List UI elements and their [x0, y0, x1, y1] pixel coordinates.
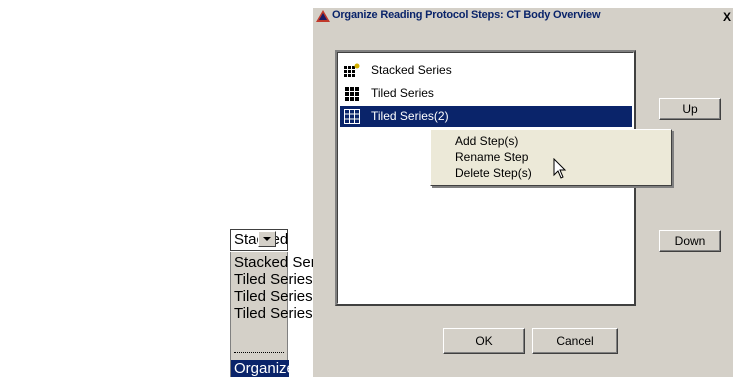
dialog-title: Organize Reading Protocol Steps: CT Body… — [332, 9, 601, 21]
organize-steps-dialog: Organize Reading Protocol Steps: CT Body… — [313, 8, 733, 377]
dropdown-option-organize-steps[interactable]: Organize Steps... — [231, 360, 289, 377]
menu-item-rename-step[interactable]: Rename Step — [455, 150, 528, 164]
context-menu: Add Step(s) Rename Step Delete Step(s) — [430, 129, 672, 186]
chevron-down-icon — [263, 237, 271, 241]
dropdown-option-tiled-series[interactable]: Tiled Series — [234, 271, 313, 288]
list-item-label: Tiled Series(2) — [371, 109, 449, 123]
app-logo-icon — [316, 10, 330, 22]
up-button[interactable]: Up — [659, 98, 721, 120]
list-item-tiled-series[interactable]: Tiled Series — [340, 83, 632, 104]
menu-item-add-steps[interactable]: Add Step(s) — [455, 134, 518, 148]
list-item-stacked-series[interactable]: Stacked Series — [340, 60, 632, 81]
ok-button[interactable]: OK — [443, 328, 525, 354]
tiled-series-icon — [344, 109, 360, 124]
menu-item-delete-steps[interactable]: Delete Step(s) — [455, 166, 532, 180]
mouse-pointer-icon — [553, 158, 567, 179]
down-button[interactable]: Down — [659, 230, 721, 252]
close-icon[interactable]: X — [723, 9, 733, 25]
list-item-label: Stacked Series — [371, 63, 452, 77]
list-item-tiled-series-2[interactable]: Tiled Series(2) — [340, 106, 632, 127]
dialog-titlebar[interactable]: Organize Reading Protocol Steps: CT Body… — [313, 8, 733, 26]
cancel-button[interactable]: Cancel — [532, 328, 618, 354]
tiled-series-icon — [345, 87, 359, 101]
dropdown-separator — [234, 352, 284, 353]
dropdown-arrow-button[interactable] — [258, 231, 276, 247]
list-item-label: Tiled Series — [371, 86, 434, 100]
stacked-series-icon — [344, 63, 360, 77]
dropdown-options-list: Stacked Series Tiled Series Tiled Series… — [230, 252, 335, 377]
